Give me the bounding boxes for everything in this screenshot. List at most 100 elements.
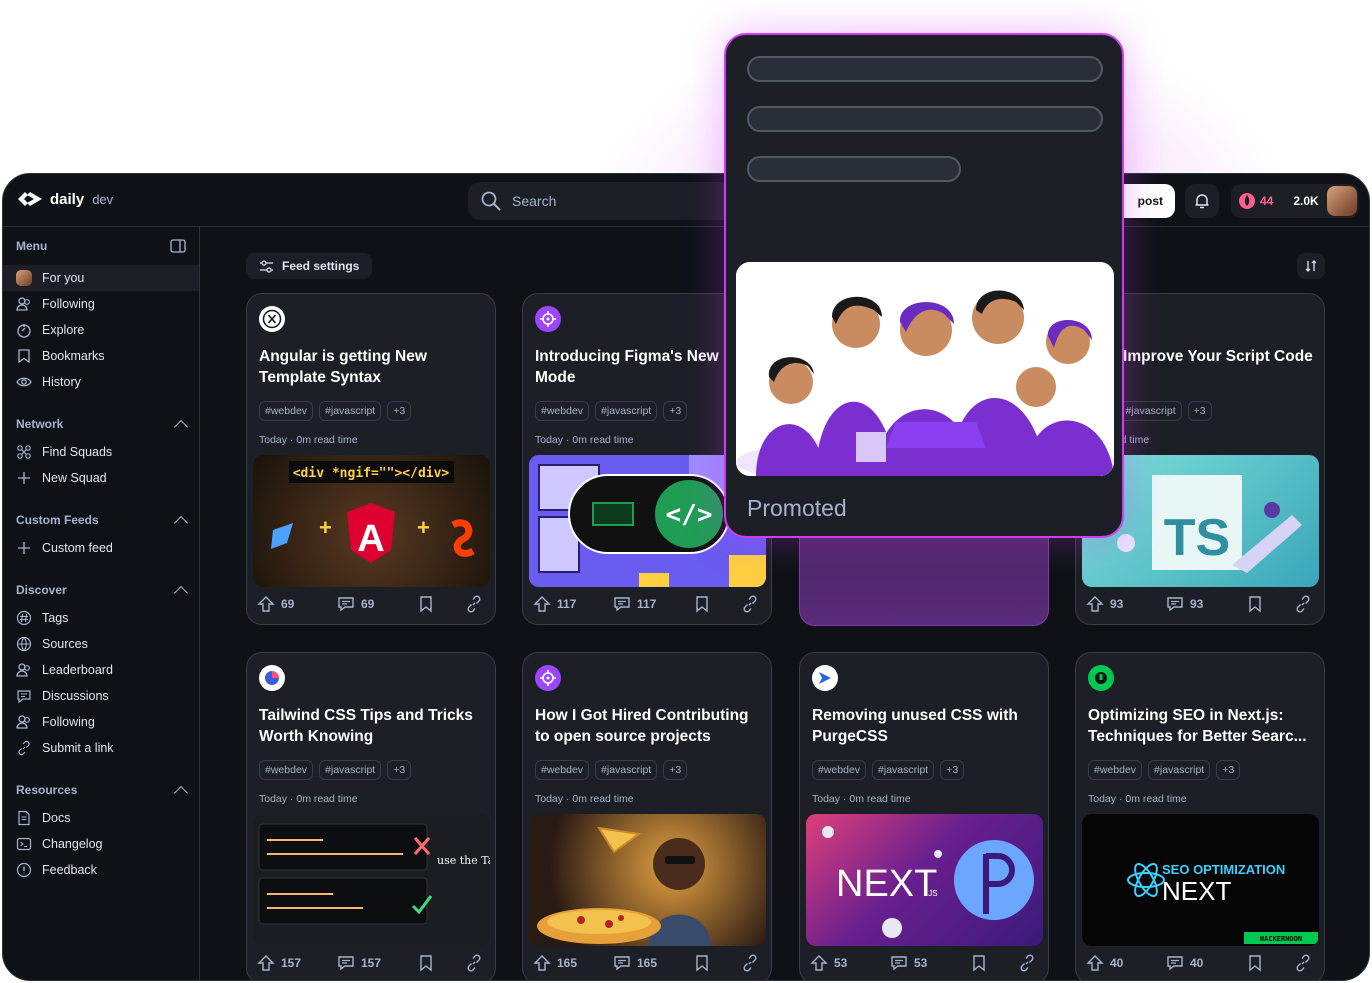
post-thumbnail[interactable]: SEO OPTIMIZATION NEXT HACKERNOON xyxy=(1082,814,1319,946)
upvote-button[interactable]: 117 xyxy=(533,595,613,613)
bookmark-button[interactable] xyxy=(1246,954,1294,972)
promoted-image[interactable] xyxy=(736,262,1114,476)
copy-link-button[interactable] xyxy=(465,595,483,613)
tag[interactable]: #javascript xyxy=(319,401,382,421)
source-avatar[interactable] xyxy=(1088,665,1114,691)
upvote-button[interactable]: 69 xyxy=(257,595,337,613)
post-card[interactable]: Angular is getting New Template Syntax #… xyxy=(246,293,496,625)
sort-button[interactable] xyxy=(1297,253,1325,279)
tag[interactable]: #webdev xyxy=(259,760,314,780)
sidebar-item-submit-link[interactable]: Submit a link xyxy=(3,735,199,761)
post-title[interactable]: Tailwind CSS Tips and Tricks Worth Knowi… xyxy=(259,705,485,747)
tag[interactable]: #webdev xyxy=(535,760,590,780)
bookmark-button[interactable] xyxy=(693,954,741,972)
bookmark-button[interactable] xyxy=(693,595,741,613)
bookmark-button[interactable] xyxy=(417,595,465,613)
tag[interactable]: #webdev xyxy=(535,401,590,421)
comment-button[interactable]: 117 xyxy=(613,595,693,613)
sidebar-item-new-squad[interactable]: New Squad xyxy=(3,465,199,491)
copy-link-button[interactable] xyxy=(1294,954,1312,972)
tag[interactable]: +3 xyxy=(1187,401,1212,421)
copy-link-button[interactable] xyxy=(1018,954,1036,972)
comment-button[interactable]: 40 xyxy=(1166,954,1246,972)
source-avatar[interactable] xyxy=(259,665,285,691)
tag[interactable]: +3 xyxy=(663,401,688,421)
tag[interactable]: #javascript xyxy=(1148,760,1211,780)
tag[interactable]: +3 xyxy=(387,760,412,780)
logo[interactable]: daily dev xyxy=(16,189,113,209)
sidebar-item-for-you[interactable]: For you xyxy=(3,265,199,291)
upvote-button[interactable]: 157 xyxy=(257,954,337,972)
source-avatar[interactable] xyxy=(812,665,838,691)
upvote-button[interactable]: 93 xyxy=(1086,595,1166,613)
bookmark-button[interactable] xyxy=(417,954,465,972)
comment-button[interactable]: 53 xyxy=(890,954,970,972)
upvote-button[interactable]: 165 xyxy=(533,954,613,972)
copy-link-button[interactable] xyxy=(741,954,759,972)
tag[interactable]: #javascript xyxy=(319,760,382,780)
tag[interactable]: +3 xyxy=(1216,760,1241,780)
post-card[interactable]: Optimizing SEO in Next.js: Techniques fo… xyxy=(1075,652,1325,980)
tag[interactable]: #javascript xyxy=(1119,401,1182,421)
comment-button[interactable]: 69 xyxy=(337,595,417,613)
sidebar-item-changelog[interactable]: Changelog xyxy=(3,831,199,857)
tag[interactable]: #javascript xyxy=(595,401,658,421)
source-avatar[interactable] xyxy=(535,306,561,332)
profile-button[interactable]: 44 2.0K xyxy=(1231,184,1359,218)
upvote-button[interactable]: 40 xyxy=(1086,954,1166,972)
sidebar-item-explore[interactable]: Explore xyxy=(3,317,199,343)
discover-header[interactable]: Discover xyxy=(3,577,199,603)
post-thumbnail[interactable]: NEXT .JS xyxy=(806,814,1043,946)
sidebar-item-custom-feed[interactable]: Custom feed xyxy=(3,535,199,561)
tag[interactable]: #javascript xyxy=(872,760,935,780)
promoted-card[interactable]: Promoted xyxy=(724,33,1124,538)
source-avatar[interactable] xyxy=(259,306,285,332)
post-title[interactable]: Angular is getting New Template Syntax xyxy=(259,346,485,388)
tag[interactable]: +3 xyxy=(940,760,965,780)
comment-button[interactable]: 93 xyxy=(1166,595,1246,613)
tag[interactable]: #webdev xyxy=(1088,760,1143,780)
tag[interactable]: +3 xyxy=(387,401,412,421)
sidebar-item-sources[interactable]: Sources xyxy=(3,631,199,657)
resources-header[interactable]: Resources xyxy=(3,777,199,803)
post-thumbnail[interactable] xyxy=(529,814,766,946)
sidebar-toggle-icon[interactable] xyxy=(170,239,186,253)
post-title[interactable]: How I Got Hired Contributing to open sou… xyxy=(535,705,761,747)
bookmark-button[interactable] xyxy=(970,954,1018,972)
post-thumbnail[interactable]: use the Tailwind compiler xyxy=(253,814,490,946)
custom-feeds-header[interactable]: Custom Feeds xyxy=(3,507,199,533)
notifications-button[interactable] xyxy=(1185,184,1219,218)
sidebar-item-tags[interactable]: Tags xyxy=(3,605,199,631)
copy-link-button[interactable] xyxy=(1294,595,1312,613)
post-title[interactable]: Optimizing SEO in Next.js: Techniques fo… xyxy=(1088,705,1314,747)
network-header[interactable]: Network xyxy=(3,411,199,437)
sidebar-item-leaderboard[interactable]: Leaderboard xyxy=(3,657,199,683)
comment-button[interactable]: 157 xyxy=(337,954,417,972)
source-avatar[interactable] xyxy=(535,665,561,691)
feed-settings-button[interactable]: Feed settings xyxy=(246,253,373,279)
post-thumbnail[interactable]: <div *ngif=""></div> A + + xyxy=(253,455,490,587)
upvote-button[interactable]: 53 xyxy=(810,954,890,972)
tag[interactable]: #webdev xyxy=(812,760,867,780)
post-title[interactable]: Removing unused CSS with PurgeCSS xyxy=(812,705,1038,747)
bookmark-button[interactable] xyxy=(1246,595,1294,613)
avatar[interactable] xyxy=(1326,186,1357,216)
sidebar-item-feedback[interactable]: Feedback xyxy=(3,857,199,883)
tag[interactable]: #javascript xyxy=(595,760,658,780)
sidebar-item-find-squads[interactable]: Find Squads xyxy=(3,439,199,465)
sidebar-item-following-2[interactable]: Following xyxy=(3,709,199,735)
sidebar-item-docs[interactable]: Docs xyxy=(3,805,199,831)
sidebar-item-history[interactable]: History xyxy=(3,369,199,395)
sidebar-item-bookmarks[interactable]: Bookmarks xyxy=(3,343,199,369)
copy-link-button[interactable] xyxy=(741,595,759,613)
search-input[interactable]: Search xyxy=(468,182,748,220)
tag[interactable]: +3 xyxy=(663,760,688,780)
comment-button[interactable]: 165 xyxy=(613,954,693,972)
post-card[interactable]: Tailwind CSS Tips and Tricks Worth Knowi… xyxy=(246,652,496,980)
post-card[interactable]: Removing unused CSS with PurgeCSS #webde… xyxy=(799,652,1049,980)
tag[interactable]: #webdev xyxy=(259,401,314,421)
sidebar-item-following[interactable]: Following xyxy=(3,291,199,317)
copy-link-button[interactable] xyxy=(465,954,483,972)
post-card[interactable]: How I Got Hired Contributing to open sou… xyxy=(522,652,772,980)
sidebar-item-discussions[interactable]: Discussions xyxy=(3,683,199,709)
